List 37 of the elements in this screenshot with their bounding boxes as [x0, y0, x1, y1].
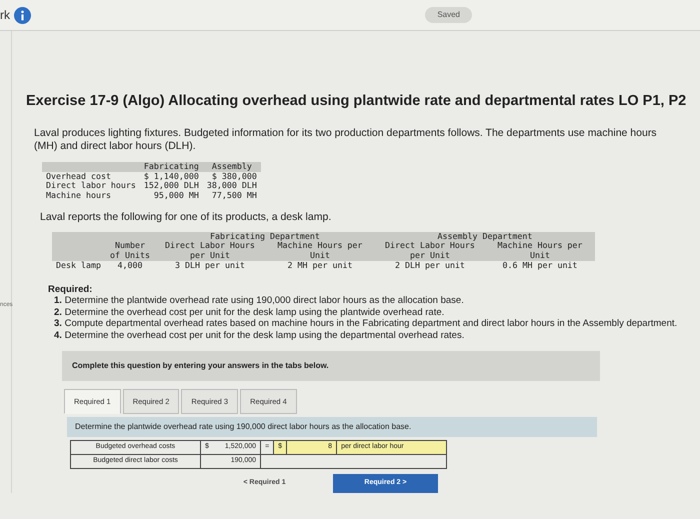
requirement-text: 2. Determine the overhead cost per unit for the desk lamp using the plantwide overhead rate. — [54, 306, 446, 318]
exercise-title: Exercise 17-9 (Algo) Allocating overhead using plantwide rate and departmental rates LO P1, P2 — [26, 92, 688, 111]
product-intro: Laval reports the following for one of its products, a desk lamp. — [40, 210, 332, 226]
requirement-text: 4. Determine the overhead cost per unit for the desk lamp using the departmental overhead rates. — [54, 330, 466, 341]
table-cell: 2 MH per unit — [264, 260, 375, 270]
table-cell-text: Direct labor hours — [45, 181, 137, 191]
table-cell: Desk lamp — [52, 260, 105, 270]
table-cell-text: 38,000 DLH — [206, 181, 258, 191]
table-cell: 3 DLH per unit — [154, 260, 265, 270]
table-cell: $ 380,000 — [202, 172, 261, 182]
table-cell-text: 77,500 MH — [210, 190, 258, 200]
column-group-header: Assembly Department — [374, 232, 595, 242]
column-header: Direct Labor Hours per Unit — [374, 241, 485, 260]
table-cell-text: 95,000 MH — [152, 190, 200, 200]
column-header: Machine Hours per Unit — [264, 241, 375, 260]
page-title-fragment: rk — [0, 7, 10, 24]
intro-text: Laval produces lighting fixtures. Budgeted information for its two production departments follows. The departments use machine hours (MH) and direct labor hours (DLH). — [34, 126, 658, 154]
table-cell: $ 1,140,000 — [140, 172, 203, 182]
instruction-banner: Complete this question by entering your answers in the tabs below. — [62, 350, 600, 381]
save-status: Saved — [425, 7, 472, 23]
table-cell: 0.6 MH per unit — [484, 260, 595, 270]
column-header: Number of Units — [104, 241, 155, 260]
requirement-text: 3. Compute departmental overhead rates based on machine hours in the Fabricating department and direct labor hours in the Assembly department. — [54, 318, 678, 330]
table-cell: Overhead cost — [42, 172, 140, 182]
table-cell: 2 DLH per unit — [374, 260, 485, 270]
column-header: Direct Labor Hours per Unit — [154, 241, 265, 260]
column-header: Fabricating — [140, 162, 203, 172]
requirement-text: 1. Determine the plantwide overhead rate using 190,000 direct labor hours as the allocation base. — [54, 295, 465, 307]
required-heading: Required: — [48, 284, 94, 296]
info-icon[interactable] — [14, 6, 31, 24]
column-header: Assembly — [202, 162, 261, 172]
question-prompt: Determine the plantwide overhead rate using 190,000 direct labor hours as the allocation base. — [67, 417, 597, 438]
table-cell: 4,000 — [104, 260, 155, 270]
column-header: Machine Hours per Unit — [484, 241, 595, 260]
table-cell-text: Machine hours — [45, 190, 112, 200]
table-cell-text: 152,000 DLH — [142, 181, 200, 191]
column-group-header: Fabricating Department — [154, 232, 375, 242]
